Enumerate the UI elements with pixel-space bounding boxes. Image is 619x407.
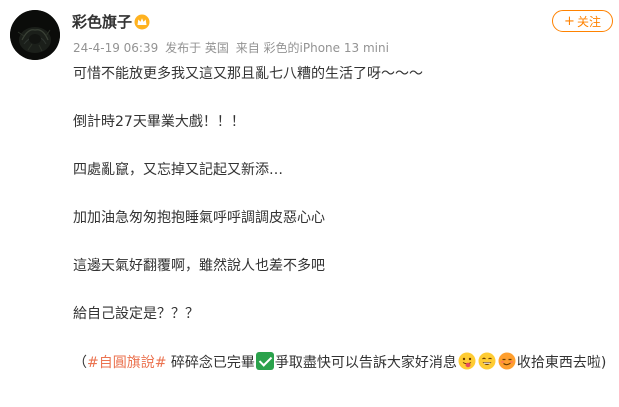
post-location: 发布于 英国: [165, 41, 229, 55]
avatar[interactable]: [10, 10, 60, 60]
post-source: 来自 彩色的iPhone 13 mini: [235, 41, 389, 55]
post-paragraph: 倒計時27天畢業大戲！！！: [73, 114, 245, 130]
grinning-emoji-icon: [478, 352, 496, 370]
post-paragraph-final: （#自圓旗說# 碎碎念已完畢 爭取盡快可以告訴大家好消息 收拾東西去啦): [73, 352, 618, 375]
hashtag-link[interactable]: #自圓旗說#: [87, 355, 166, 371]
tongue-out-emoji-icon: [458, 352, 476, 370]
text-segment: 爭取盡快可以告訴大家好消息: [274, 355, 457, 371]
user-name[interactable]: 彩色旗子: [72, 11, 132, 32]
crown-icon: [134, 14, 150, 30]
post-paragraph: 加加油急匆匆抱抱睡氣呼呼調調皮惡心心: [73, 210, 325, 226]
text-segment: 收拾東西去啦): [516, 355, 607, 371]
avatar-image: [10, 10, 60, 60]
post-time[interactable]: 24-4-19 06:39: [73, 41, 158, 55]
weibo-post: 彩色旗子 24-4-19 06:39 发布于 英国 来自 彩色的iPhone 1…: [0, 0, 619, 407]
text-segment: 碎碎念已完畢: [166, 355, 255, 371]
open-paren: （: [73, 355, 87, 371]
check-mark-icon: [255, 352, 274, 370]
follow-label: 关注: [576, 14, 601, 29]
post-paragraph: 給自己設定是？？？: [73, 306, 199, 322]
follow-button[interactable]: + 关注: [552, 10, 613, 32]
post-paragraph: 可惜不能放更多我又這又那且亂七八糟的生活了呀～～～: [73, 66, 423, 82]
post-meta: 24-4-19 06:39 发布于 英国 来自 彩色的iPhone 13 min…: [73, 39, 392, 56]
smirk-emoji-icon: [498, 352, 516, 370]
post-paragraph: 四處亂竄，又忘掉又記起又新添…: [73, 162, 283, 178]
plus-icon: +: [564, 13, 575, 29]
post-paragraph: 這邊天氣好翻覆啊，雖然說人也差不多吧: [73, 258, 325, 274]
